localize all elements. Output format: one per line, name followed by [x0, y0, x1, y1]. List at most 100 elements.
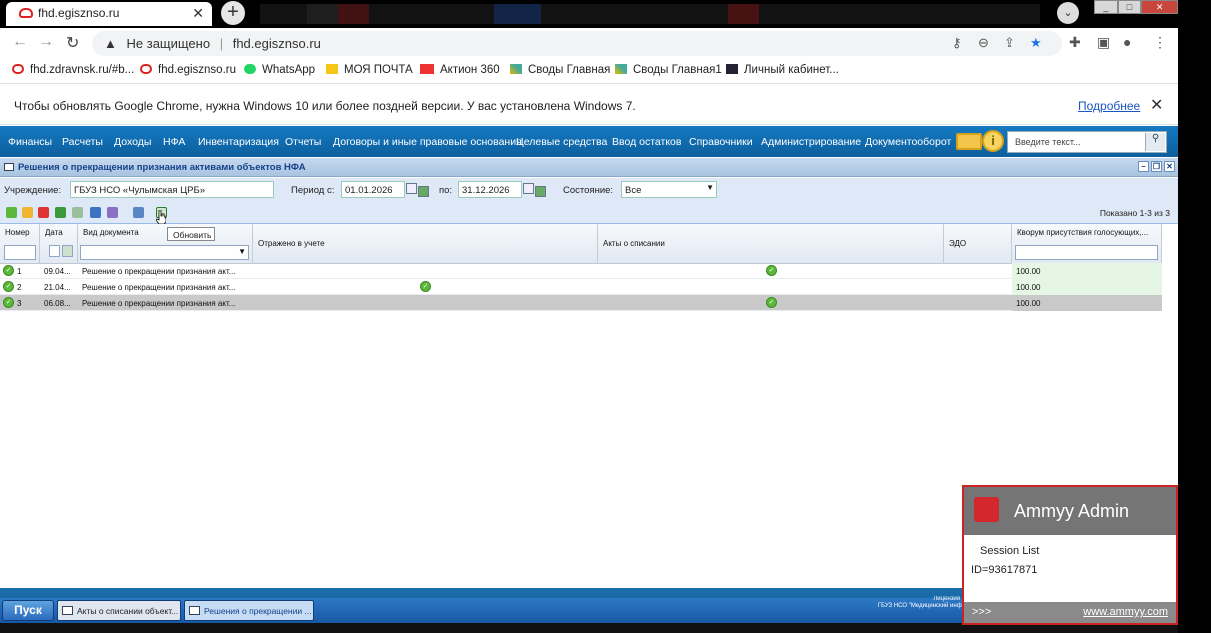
- save-icon[interactable]: [90, 207, 101, 218]
- close-tab-icon[interactable]: ✕: [192, 5, 204, 22]
- window-controls: _ □ ✕: [1094, 0, 1178, 14]
- bookmark-item[interactable]: МОЯ ПОЧТА: [326, 64, 413, 76]
- tab-search-icon[interactable]: ⌄: [1057, 2, 1079, 24]
- info-icon[interactable]: i: [982, 130, 1004, 152]
- bookmark-item[interactable]: Актион 360: [420, 64, 500, 76]
- zoom-icon[interactable]: ⊖: [978, 35, 989, 51]
- print-icon[interactable]: [107, 207, 118, 218]
- reload-icon[interactable]: ↻: [66, 33, 79, 53]
- address-bar-row: ← → ↻ ▲ Не защищено | fhd.egisznso.ru ⚷ …: [0, 28, 1178, 58]
- menu-item[interactable]: Документооборот: [865, 136, 951, 148]
- institution-field[interactable]: ГБУЗ НСО «Чулымская ЦРБ»: [70, 181, 274, 198]
- add-icon[interactable]: [6, 207, 17, 218]
- search-input[interactable]: Введите текст... ⚲: [1007, 131, 1167, 153]
- column-header[interactable]: Отражено в учете: [253, 224, 598, 264]
- key-icon[interactable]: ⚷: [952, 35, 962, 51]
- calendar-icon[interactable]: [406, 183, 417, 194]
- license-info: Лицензия н ГБУЗ НСО "Медицинский инфо: [850, 596, 965, 610]
- table-row-selected[interactable]: ✓ 3 06.08... Решение о прекращении призн…: [0, 295, 1162, 311]
- envelope-icon[interactable]: [956, 133, 982, 150]
- quorum-filter-input[interactable]: [1015, 245, 1158, 260]
- unapprove-icon[interactable]: [72, 207, 83, 218]
- table-row[interactable]: ✓ 1 09.04... Решение о прекращении призн…: [0, 263, 1162, 279]
- task-label: Решения о прекращении ...: [204, 606, 312, 616]
- period-from-field[interactable]: 01.01.2026: [341, 181, 405, 198]
- row-date: 21.04...: [44, 283, 71, 292]
- ammyy-title: Ammyy Admin: [1014, 501, 1130, 521]
- number-filter-input[interactable]: [4, 245, 36, 260]
- share-icon[interactable]: ⇪: [1004, 35, 1015, 51]
- menu-item[interactable]: Финансы: [8, 136, 52, 148]
- forward-icon[interactable]: →: [38, 33, 54, 51]
- table-row[interactable]: ✓ 2 21.04... Решение о прекращении призн…: [0, 279, 1162, 295]
- clear-date-icon[interactable]: [62, 245, 73, 257]
- back-icon[interactable]: ←: [12, 33, 28, 51]
- menu-item[interactable]: Отчеты: [285, 136, 321, 148]
- minimize-icon[interactable]: _: [1094, 0, 1118, 14]
- minimize-icon[interactable]: –: [1138, 161, 1149, 172]
- search-icon[interactable]: ⚲: [1145, 133, 1165, 151]
- extensions-icon[interactable]: ✚: [1069, 34, 1081, 51]
- bookmark-item[interactable]: Личный кабинет...: [726, 64, 839, 76]
- row-quorum: 100.00: [1012, 279, 1162, 295]
- institution-label: Учреждение:: [4, 185, 62, 196]
- close-icon[interactable]: ✕: [1150, 95, 1163, 115]
- start-button[interactable]: Пуск: [2, 600, 54, 621]
- menu-item[interactable]: Расчеты: [62, 136, 103, 148]
- new-tab-button[interactable]: +: [221, 1, 245, 25]
- task-button-active[interactable]: Решения о прекращении ...: [184, 600, 314, 621]
- browser-tab[interactable]: fhd.egisznso.ru ✕: [6, 2, 212, 26]
- calendar-icon[interactable]: [523, 183, 534, 194]
- window-icon: [4, 163, 14, 171]
- close-icon[interactable]: ✕: [1164, 161, 1175, 172]
- restore-icon[interactable]: ❐: [1151, 161, 1162, 172]
- profile-icon[interactable]: ●: [1123, 34, 1131, 50]
- maximize-icon[interactable]: □: [1117, 0, 1142, 14]
- ammyy-url-link[interactable]: www.ammyy.com: [1083, 606, 1168, 618]
- bookmark-item[interactable]: fhd.egisznso.ru: [140, 64, 236, 76]
- bookmark-item[interactable]: fhd.zdravnsk.ru/#b...: [12, 64, 134, 76]
- clear-date-icon[interactable]: [535, 186, 546, 197]
- state-select[interactable]: Все ▼: [621, 181, 717, 198]
- row-quorum: 100.00: [1012, 263, 1162, 279]
- info-more-link[interactable]: Подробнее: [1078, 99, 1140, 113]
- mail-icon: [326, 64, 338, 74]
- ammyy-more-button[interactable]: >>>: [972, 606, 991, 618]
- whatsapp-icon: [244, 64, 256, 74]
- state-value: Все: [625, 185, 642, 196]
- period-to-field[interactable]: 31.12.2026: [458, 181, 522, 198]
- menu-item[interactable]: НФА: [163, 136, 185, 148]
- bookmark-item[interactable]: WhatsApp: [244, 64, 315, 76]
- bookmark-star-icon[interactable]: ★: [1030, 35, 1042, 51]
- bookmark-item[interactable]: Своды Главная: [510, 64, 610, 76]
- bookmark-item[interactable]: Своды Главная1: [615, 64, 722, 76]
- approve-icon[interactable]: [55, 207, 66, 218]
- menu-item[interactable]: Целевые средства: [516, 136, 607, 148]
- edit-icon[interactable]: [22, 207, 33, 218]
- omnibox[interactable]: ▲ Не защищено | fhd.egisznso.ru ⚷ ⊖ ⇪ ★: [92, 31, 1062, 56]
- task-button[interactable]: Акты о списании объект...: [57, 600, 181, 621]
- doc-kind-filter-select[interactable]: ▼: [80, 245, 249, 260]
- menu-item[interactable]: Доходы: [114, 136, 151, 148]
- column-header[interactable]: Акты о списании: [598, 224, 944, 264]
- license-line: ГБУЗ НСО "Медицинский инфо: [877, 603, 965, 609]
- column-header[interactable]: Дата: [40, 224, 78, 264]
- menu-item[interactable]: Договоры и иные правовые основания: [333, 136, 522, 148]
- close-window-icon[interactable]: ✕: [1141, 0, 1178, 14]
- menu-item[interactable]: Справочники: [689, 136, 753, 148]
- export-icon[interactable]: [133, 207, 144, 218]
- calendar-icon[interactable]: [49, 245, 60, 257]
- menu-item[interactable]: Инвентаризация: [198, 136, 279, 148]
- url-text: fhd.egisznso.ru: [232, 36, 321, 51]
- window-title-bar: Решения о прекращении признания активами…: [0, 158, 1178, 177]
- column-header[interactable]: ЭДО: [944, 224, 1012, 264]
- row-number: 1: [17, 267, 22, 276]
- session-list-link[interactable]: Session List: [980, 545, 1039, 557]
- svody-icon: [615, 64, 627, 74]
- menu-item[interactable]: Администрирование: [761, 136, 861, 148]
- menu-kebab-icon[interactable]: ⋮: [1153, 34, 1167, 51]
- side-panel-icon[interactable]: ▣: [1097, 34, 1110, 51]
- menu-item[interactable]: Ввод остатков: [612, 136, 681, 148]
- delete-icon[interactable]: [38, 207, 49, 218]
- clear-date-icon[interactable]: [418, 186, 429, 197]
